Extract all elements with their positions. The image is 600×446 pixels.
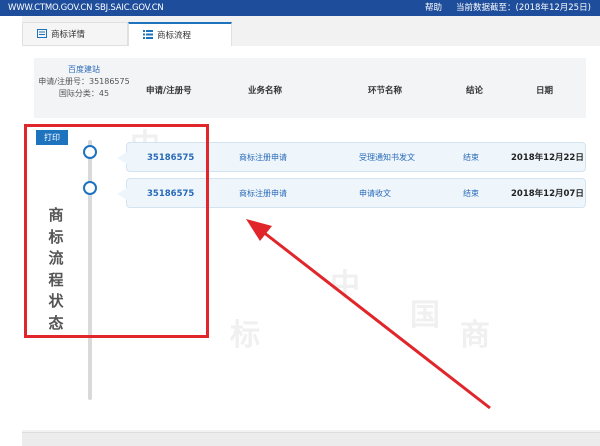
annotation-arrow [246,219,491,410]
bottom-bar [22,432,600,446]
